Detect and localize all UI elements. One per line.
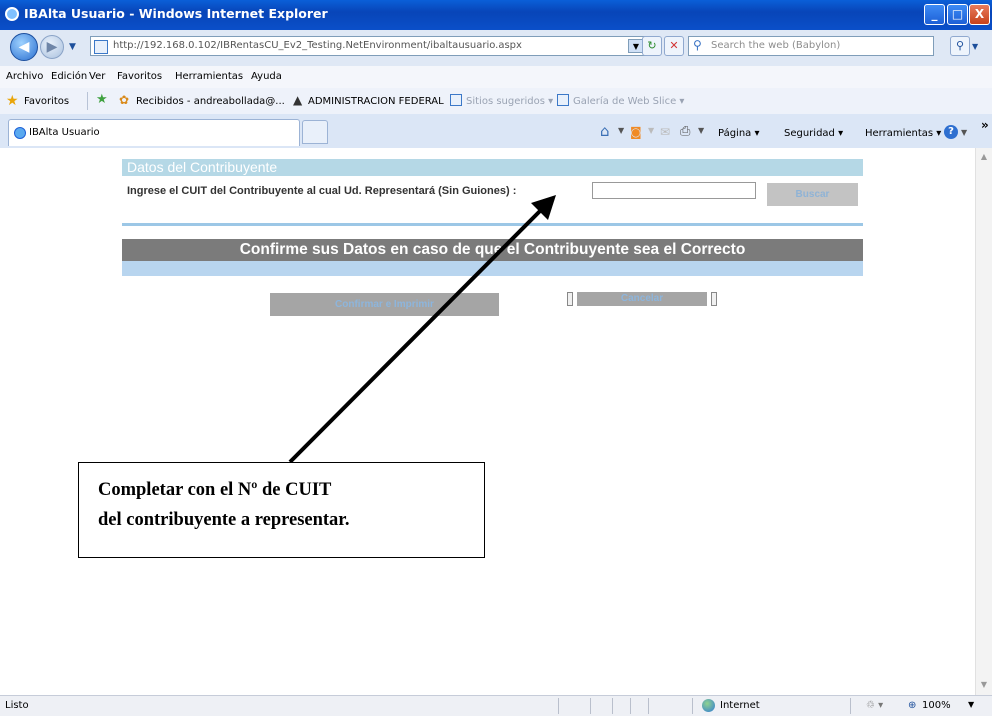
status-text: Listo <box>5 700 29 711</box>
status-bar: Listo Internet ♲ ▾ ⊕ 100% ▼ <box>0 695 992 716</box>
callout-arrow <box>288 195 556 464</box>
separator <box>590 698 591 714</box>
separator <box>612 698 613 714</box>
zoom-dropdown-icon[interactable]: ▼ <box>968 700 974 709</box>
zoom-level[interactable]: 100% <box>922 700 951 711</box>
separator <box>630 698 631 714</box>
callout-line-2: del contribuyente a representar. <box>98 510 350 530</box>
protected-mode-icon[interactable]: ♲ ▾ <box>866 700 883 711</box>
arrow-line <box>288 206 545 464</box>
callout-box: Completar con el Nº de CUIT del contribu… <box>78 462 485 558</box>
security-zone: Internet <box>720 700 760 711</box>
separator <box>850 698 851 714</box>
separator <box>558 698 559 714</box>
separator <box>648 698 649 714</box>
separator <box>692 698 693 714</box>
internet-globe-icon <box>702 699 715 712</box>
callout-line-1: Completar con el Nº de CUIT <box>98 480 332 500</box>
zoom-icon[interactable]: ⊕ <box>908 700 916 711</box>
